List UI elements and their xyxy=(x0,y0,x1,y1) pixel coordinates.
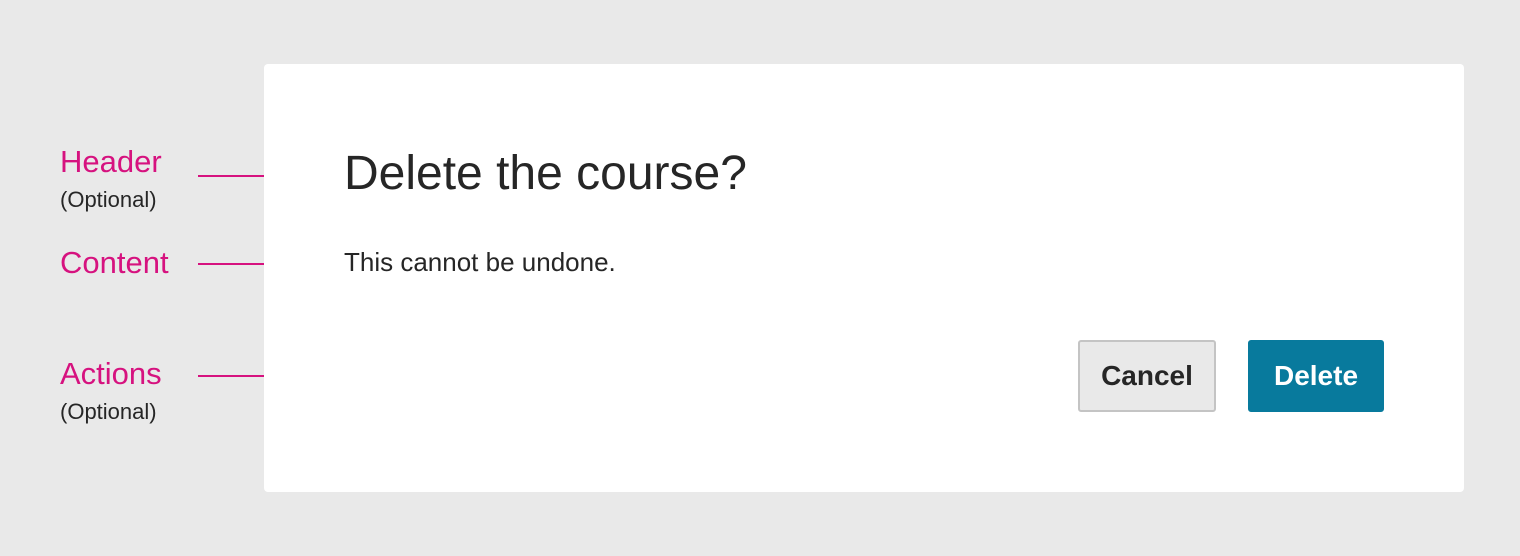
dialog-header: Delete the course? xyxy=(344,147,747,200)
cancel-button[interactable]: Cancel xyxy=(1078,340,1216,412)
delete-button[interactable]: Delete xyxy=(1248,340,1384,412)
dialog-content: This cannot be undone. xyxy=(344,247,616,277)
annotation-header-note: (Optional) xyxy=(60,187,157,212)
annotation-header-label: Header xyxy=(60,144,162,179)
annotation-content-label: Content xyxy=(60,245,169,280)
annotation-actions-note: (Optional) xyxy=(60,399,157,424)
confirmation-dialog: Delete the course? This cannot be undone… xyxy=(264,64,1464,492)
annotation-actions-label: Actions xyxy=(60,356,162,391)
